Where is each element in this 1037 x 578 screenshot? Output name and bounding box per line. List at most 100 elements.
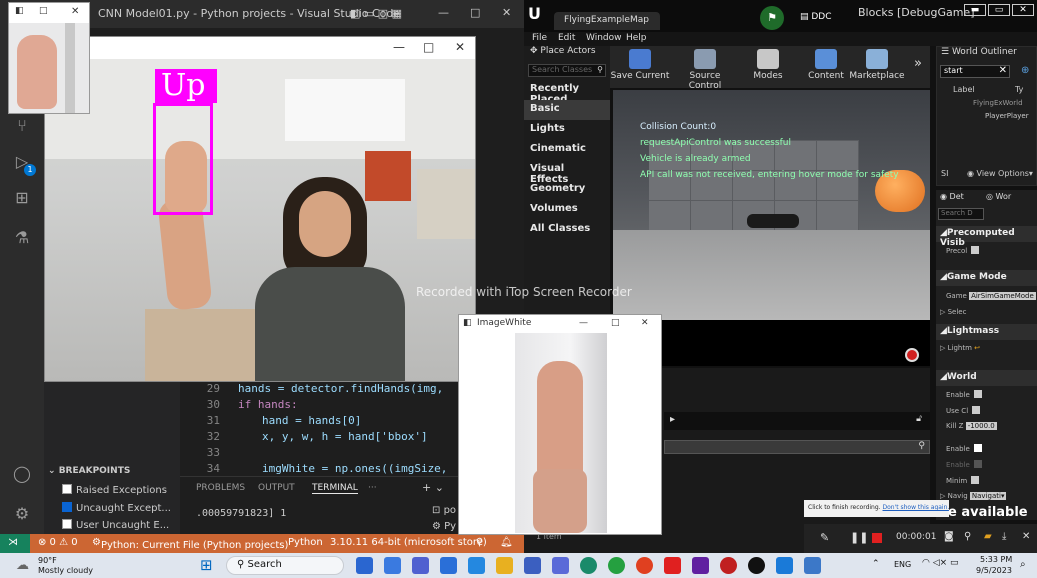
taskbar-app-icon[interactable] [804,557,821,574]
minimize-button[interactable]: — [393,40,405,54]
maximize-button[interactable]: ▭ [988,4,1010,16]
outliner-row[interactable]: FlyingExWorld [973,99,1023,107]
notification-icon[interactable]: ⌕ [1020,559,1026,570]
checkbox[interactable] [973,460,982,468]
content-button[interactable]: Content [804,46,848,88]
forward-arrow-icon[interactable]: ▸ [670,414,675,425]
testing-icon[interactable]: ⚗ [10,228,34,250]
dont-show-again-link[interactable]: Don't show this again. [883,504,950,511]
unreal-app-icon[interactable] [748,557,765,574]
modes-button[interactable]: Modes [746,46,790,88]
save-current-button[interactable]: Save Current [610,46,670,88]
checkbox[interactable] [971,246,980,254]
taskbar-app-icon[interactable] [412,557,429,574]
note-icon[interactable]: ▰ [984,531,992,542]
youtube-icon[interactable] [664,557,681,574]
close-button[interactable]: ✕ [71,6,79,17]
python-interpreter[interactable]: 3.10.11 64-bit (microsoft store) [330,537,487,548]
taskbar-app-icon[interactable] [356,557,373,574]
collapse-icon[interactable]: ⤓ [1002,531,1006,542]
imagewhite-window[interactable]: ◧ ImageWhite — □ ✕ [458,314,662,535]
breakpoint-user-uncaught[interactable]: User Uncaught E... [62,519,169,531]
debug-config[interactable]: ⚙ Python: Current File (Python projects) [92,537,288,551]
camera-icon[interactable]: ◙ [944,531,954,542]
breakpoint-uncaught-exceptions[interactable]: Uncaught Except... [62,502,171,514]
menu-file[interactable]: File [532,33,547,43]
checkbox-checked[interactable] [62,502,72,512]
section-lightmass[interactable]: ◢Lightmass [936,324,1037,340]
chrome-icon[interactable] [636,557,653,574]
details-search-input[interactable]: Search D [938,208,984,220]
source-control-button[interactable]: Source Control [672,46,738,91]
source-control-icon[interactable]: ⑂ [10,116,34,138]
clear-search-icon[interactable]: ✕ [999,65,1007,76]
close-button[interactable]: ✕ [641,318,649,328]
vscode-app-icon[interactable] [776,557,793,574]
layout-toggle-icons[interactable]: ◧ ▭ ◫ ▦ [350,7,402,20]
minimize-button[interactable]: — [438,6,449,19]
language-mode[interactable]: Python [288,537,323,548]
pen-icon[interactable]: ✎ [820,531,829,544]
extensions-icon[interactable]: ⊞ [10,188,34,210]
checkbox[interactable] [971,476,980,484]
marketplace-button[interactable]: Marketplace [848,46,906,88]
clock-time[interactable]: 5:33 PM [980,555,1012,564]
breakpoint-raised-exceptions[interactable]: Raised Exceptions [62,484,167,496]
new-terminal-icon[interactable]: + ⌄ [422,481,444,494]
start-button[interactable]: ⊞ [200,556,213,574]
category-all-classes[interactable]: All Classes [524,220,610,240]
checkbox-checked[interactable] [973,444,982,452]
category-volumes[interactable]: Volumes [524,200,610,220]
checkbox[interactable] [62,519,72,529]
wifi-volume-battery-icons[interactable]: ◠ ◁× ▭ [922,558,959,568]
toolbar-overflow-icon[interactable]: » [914,56,922,71]
pause-icon[interactable]: ❚❚ [850,531,868,544]
close-button[interactable]: ✕ [502,6,511,19]
whatsapp-icon[interactable] [608,557,625,574]
section-precomputed-visibility[interactable]: ◢Precomputed Visib [936,226,1037,248]
problems-count[interactable]: ⊗ 0 ⚠ 0 [38,537,78,548]
tab-more[interactable]: ··· [368,483,377,493]
outliner-tab[interactable]: ☰ World Outliner [941,47,1017,57]
clock-date[interactable]: 9/5/2023 [976,566,1012,575]
minimize-button[interactable]: ▬ [964,4,986,16]
tab-problems[interactable]: PROBLEMS [196,483,245,493]
recorder-app-icon[interactable] [720,557,737,574]
notifications-icon[interactable]: 🔔︎ [500,537,513,548]
checkbox[interactable] [973,390,982,398]
imagewhite-titlebar[interactable]: ◧ ImageWhite — □ ✕ [459,315,661,331]
minimize-button[interactable]: — [579,318,588,328]
source-control-status-icon[interactable]: ⚑ [760,6,784,30]
maximize-button[interactable]: □ [611,318,620,328]
settings-gear-icon[interactable]: ⚙ [10,504,34,526]
taskbar-search-box[interactable]: ⚲ Search [226,556,344,575]
maximize-button[interactable]: □ [423,40,434,54]
world-settings-tab[interactable]: ◎ Wor [986,192,1011,201]
record-indicator-icon[interactable] [905,348,919,362]
lock-icon[interactable]: 🔓︎ [916,414,922,424]
checkbox[interactable] [62,484,72,494]
close-icon[interactable]: ✕ [1022,531,1030,542]
input-language[interactable]: ENG [894,560,911,569]
live-share-icon[interactable]: ⚲ [476,537,483,548]
game-mode-dropdown[interactable]: AirSimGameMode [969,292,1036,300]
maximize-button[interactable]: □ [39,6,48,16]
taskbar-app-icon[interactable] [692,557,709,574]
category-geometry[interactable]: Geometry [524,180,610,200]
terminal-list-item[interactable]: ⊡ po [432,505,456,516]
file-explorer-icon[interactable] [496,557,513,574]
col-label[interactable]: Label [953,85,975,94]
remote-icon[interactable]: ⋊ [0,534,30,553]
navigation-dropdown[interactable]: Navigati▾ [969,492,1007,500]
view-options-button[interactable]: ◉ View Options▾ [967,169,1033,178]
content-search-input[interactable]: ⚲ [664,440,930,454]
recording-notice[interactable]: Click to finish recording. Don't show th… [804,500,949,517]
ddc-indicator[interactable]: ▤ DDC [800,12,832,22]
section-game-mode[interactable]: ◢Game Mode [936,270,1037,286]
category-recently-placed[interactable]: Recently Placed [524,80,610,105]
details-tab[interactable]: ◉ Det [940,192,964,201]
tab-terminal[interactable]: TERMINAL [312,483,358,494]
teams-icon[interactable] [552,557,569,574]
tab-flying-example-map[interactable]: FlyingExampleMap [554,12,660,30]
menu-window[interactable]: Window [586,33,622,43]
